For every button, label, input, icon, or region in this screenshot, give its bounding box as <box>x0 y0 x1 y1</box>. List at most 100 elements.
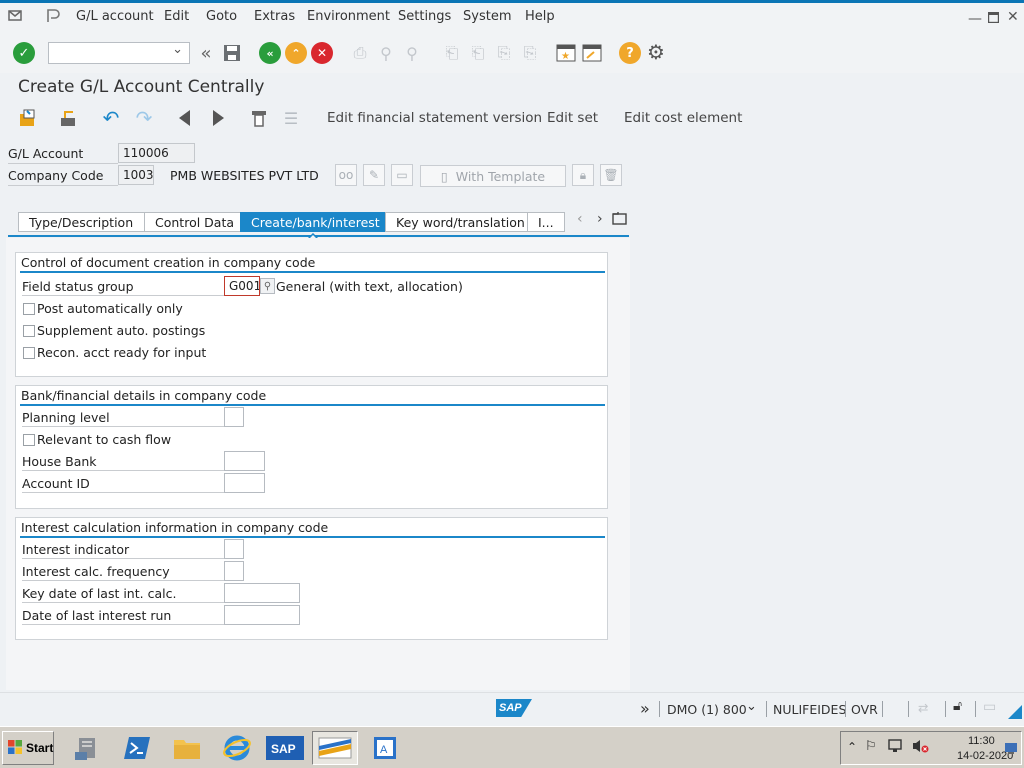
house-bank-field[interactable] <box>224 451 265 471</box>
svg-text:★: ★ <box>561 51 570 62</box>
sap-menu-logo-icon[interactable] <box>45 8 61 28</box>
menu-extras[interactable]: Extras <box>254 9 295 24</box>
interest-indicator-field[interactable] <box>224 539 244 559</box>
menu-system[interactable]: System <box>463 9 511 24</box>
tab-more[interactable]: I... <box>527 212 565 232</box>
document-list-icon[interactable]: ☰ <box>280 107 302 129</box>
enter-icon[interactable]: ✓ <box>13 42 35 64</box>
recon-checkbox[interactable] <box>23 347 35 359</box>
menu-environment[interactable]: Environment <box>307 9 390 24</box>
collapse-command-icon[interactable]: « <box>195 42 217 64</box>
system-info[interactable]: DMO (1) 800 <box>667 702 747 717</box>
action-center-flag-icon[interactable]: ⚐ <box>865 739 877 754</box>
shortcut-icon[interactable] <box>581 42 603 64</box>
with-template-button[interactable]: ▯ With Template <box>420 165 566 187</box>
post-auto-checkbox[interactable] <box>23 303 35 315</box>
menu-gl-account[interactable]: G/L account <box>76 9 154 24</box>
edit-set-button[interactable]: Edit set <box>547 110 598 126</box>
field-status-group-field[interactable]: G001 <box>224 276 260 296</box>
start-button[interactable]: Start <box>2 731 54 765</box>
status-separator <box>766 701 767 717</box>
interest-frequency-field[interactable] <box>224 561 244 581</box>
change-mode-icon[interactable] <box>17 107 39 129</box>
planning-level-field[interactable] <box>224 407 244 427</box>
menu-help[interactable]: Help <box>525 9 555 24</box>
back-icon[interactable]: « <box>259 42 281 64</box>
house-bank-underline <box>22 470 224 471</box>
with-template-label: With Template <box>455 168 546 184</box>
company-code-field[interactable]: 1003 <box>118 165 154 185</box>
document-display-icon[interactable] <box>248 107 270 129</box>
account-id-underline <box>22 492 224 493</box>
insert-mode[interactable]: OVR <box>851 702 878 717</box>
status-expand-icon[interactable]: » <box>640 699 650 718</box>
tab-scroll-right-icon[interactable]: › <box>597 211 603 227</box>
settings-icon[interactable]: ⚙ <box>645 40 667 64</box>
tab-scroll-left-icon[interactable]: ‹ <box>577 211 583 227</box>
minimize-icon[interactable]: — <box>968 11 982 27</box>
supplement-checkbox[interactable] <box>23 325 35 337</box>
status-separator <box>659 701 660 717</box>
volume-muted-icon[interactable] <box>911 738 929 757</box>
gl-account-field[interactable]: 110006 <box>118 143 195 163</box>
save-icon[interactable] <box>221 42 243 64</box>
document-viewer-icon[interactable]: A <box>362 731 408 765</box>
show-desktop-icon[interactable] <box>1004 741 1018 758</box>
menu-settings[interactable]: Settings <box>398 9 451 24</box>
lock-icon[interactable]: 🔒︎ <box>572 164 594 186</box>
sap-gui-task-icon[interactable] <box>312 731 358 765</box>
create-session-icon[interactable]: ★ <box>555 42 577 64</box>
previous-page-icon[interactable]: ⎗ <box>467 42 489 64</box>
tab-list-icon[interactable] <box>612 212 627 229</box>
file-explorer-icon[interactable] <box>164 731 210 765</box>
glasses-icon[interactable]: oo <box>335 164 357 186</box>
edit-cost-element-button[interactable]: Edit cost element <box>624 110 742 126</box>
powershell-icon[interactable] <box>114 731 160 765</box>
find-next-icon[interactable]: ⚲ <box>401 42 423 64</box>
document-icon: ▭ <box>983 699 997 715</box>
menu-goto[interactable]: Goto <box>206 9 237 24</box>
help-icon[interactable]: ? <box>619 42 641 64</box>
last-page-icon[interactable]: ⎘ <box>519 42 541 64</box>
sap-logon-icon[interactable]: SAP <box>262 731 308 765</box>
search-help-icon[interactable]: ⚲ <box>260 278 275 294</box>
new-document-icon[interactable]: ▭ <box>391 164 413 186</box>
resize-grip-icon[interactable] <box>1008 705 1022 719</box>
undo-icon[interactable]: ↶ <box>100 106 122 130</box>
display-change-icon[interactable] <box>58 107 80 129</box>
tab-control-data[interactable]: Control Data <box>144 212 241 232</box>
print-icon[interactable]: ⎙ <box>349 42 371 64</box>
tab-create-bank-interest[interactable]: Create/bank/interest <box>240 212 386 232</box>
key-date-field[interactable] <box>224 583 300 603</box>
edit-fs-version-button[interactable]: Edit financial statement version <box>327 110 542 126</box>
tab-key-word-translation[interactable]: Key word/translation <box>385 212 528 232</box>
network-icon[interactable] <box>887 738 903 757</box>
first-page-icon[interactable]: ⎗ <box>441 42 463 64</box>
maximize-icon[interactable] <box>987 11 1000 27</box>
delete-icon[interactable]: 🗑︎ <box>600 164 622 186</box>
account-id-field[interactable] <box>224 473 265 493</box>
cancel-icon[interactable]: ✕ <box>311 42 333 64</box>
last-run-underline <box>22 624 224 625</box>
previous-icon[interactable] <box>174 107 196 129</box>
next-page-icon[interactable]: ⎘ <box>493 42 515 64</box>
command-field[interactable] <box>48 42 190 64</box>
menu-edit[interactable]: Edit <box>164 9 189 24</box>
show-hidden-icons-icon[interactable]: ⌃ <box>847 740 857 754</box>
tab-type-description[interactable]: Type/Description <box>18 212 145 232</box>
server-manager-icon[interactable] <box>64 731 110 765</box>
menu-icon[interactable] <box>8 8 22 26</box>
internet-explorer-icon[interactable] <box>214 731 260 765</box>
exit-icon[interactable]: ⌃ <box>285 42 307 64</box>
close-icon[interactable]: ✕ <box>1007 9 1019 25</box>
redo-icon[interactable]: ↷ <box>133 106 155 130</box>
system-info-dropdown-icon[interactable]: ⌄ <box>746 699 757 714</box>
last-run-field[interactable] <box>224 605 300 625</box>
clock-time[interactable]: 11:30 <box>968 735 995 747</box>
next-icon[interactable] <box>207 107 229 129</box>
pencil-icon[interactable]: ✎ <box>363 164 385 186</box>
unlock-icon[interactable]: 🔓︎ <box>953 698 962 714</box>
cash-flow-checkbox[interactable] <box>23 434 35 446</box>
find-icon[interactable]: ⚲ <box>375 42 397 64</box>
supplement-label: Supplement auto. postings <box>37 323 206 338</box>
